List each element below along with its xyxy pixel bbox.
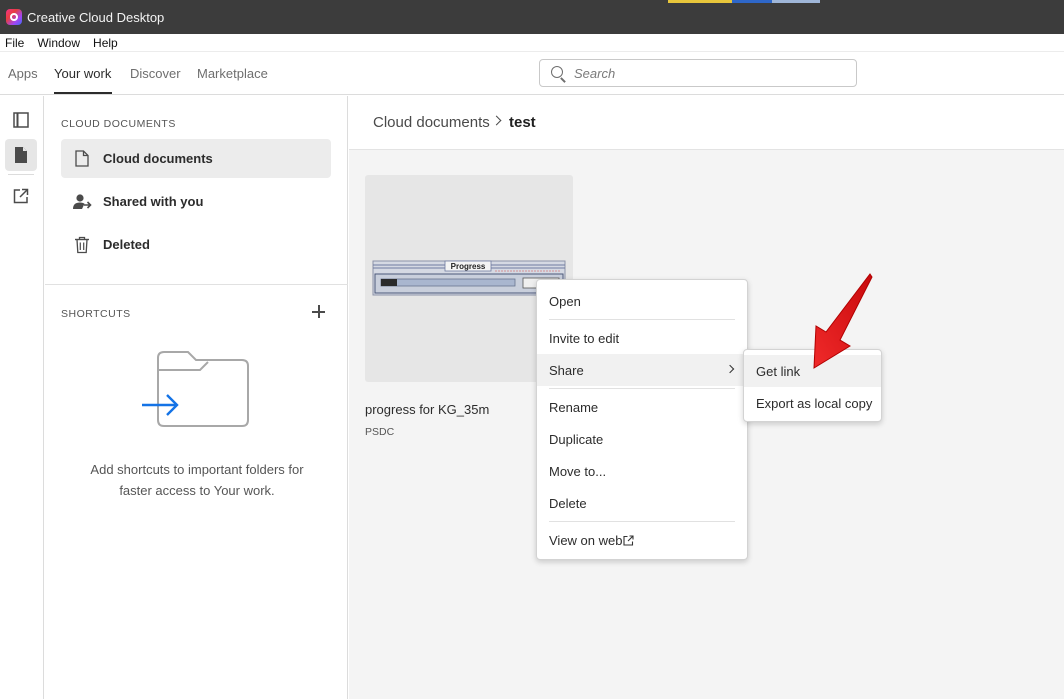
thumbnail-caption: Progress <box>451 262 486 271</box>
menu-item-open[interactable]: Open <box>537 285 747 317</box>
search-input[interactable] <box>574 64 844 82</box>
sidebar-item-label: Shared with you <box>103 194 204 209</box>
chevron-right-icon <box>725 364 735 374</box>
external-link-icon <box>13 188 29 204</box>
top-navigation: Apps Your work Discover Marketplace <box>0 53 1064 95</box>
side-panel: CLOUD DOCUMENTS Cloud documents Shared w… <box>45 96 348 699</box>
search-box[interactable] <box>539 59 857 87</box>
menu-divider <box>549 521 735 522</box>
menu-item-rename[interactable]: Rename <box>537 391 747 423</box>
annotation-arrow-icon <box>813 273 873 369</box>
tab-apps[interactable]: Apps <box>8 66 38 81</box>
menu-item-view-on-web[interactable]: View on web <box>537 524 747 556</box>
left-rail <box>0 96 44 699</box>
sidebar-divider <box>45 284 348 285</box>
sidebar-item-label: Cloud documents <box>103 151 213 166</box>
title-bar: Creative Cloud Desktop <box>0 0 1064 34</box>
trash-icon <box>75 236 89 253</box>
menu-item-invite-to-edit[interactable]: Invite to edit <box>537 322 747 354</box>
rail-external-link-button[interactable] <box>5 180 37 212</box>
folder-shortcut-illustration-icon <box>142 351 249 427</box>
shortcuts-section-label: SHORTCUTS <box>61 308 131 320</box>
background-window-strip <box>732 0 772 3</box>
rail-panel-button[interactable] <box>5 104 37 136</box>
menu-item-label: Share <box>549 362 584 378</box>
menu-item-export-local-copy[interactable]: Export as local copy <box>744 387 881 419</box>
breadcrumb-current: test <box>509 114 536 131</box>
shared-users-icon <box>73 193 92 209</box>
sidebar-item-cloud-documents[interactable]: Cloud documents <box>61 139 331 178</box>
menu-item-label: View on web <box>549 532 623 548</box>
breadcrumb-parent-link[interactable]: Cloud documents <box>373 114 490 131</box>
background-window-strip <box>772 0 820 3</box>
file-name[interactable]: progress for KG_35m <box>365 402 489 417</box>
menu-help[interactable]: Help <box>93 36 118 50</box>
sidebar-item-label: Deleted <box>103 237 150 252</box>
panel-icon <box>13 112 29 128</box>
menu-divider <box>549 388 735 389</box>
chevron-right-icon <box>491 115 502 126</box>
search-icon <box>551 66 563 78</box>
menu-item-duplicate[interactable]: Duplicate <box>537 423 747 455</box>
sidebar-item-shared-with-you[interactable]: Shared with you <box>61 182 331 221</box>
tab-discover[interactable]: Discover <box>130 66 181 81</box>
file-type-label: PSDC <box>365 426 395 438</box>
document-icon <box>75 150 89 167</box>
menu-item-move-to[interactable]: Move to... <box>537 455 747 487</box>
menu-window[interactable]: Window <box>37 36 80 50</box>
background-window-strip <box>668 0 732 3</box>
creative-cloud-logo-icon <box>6 9 22 25</box>
window-title: Creative Cloud Desktop <box>27 9 165 25</box>
rail-divider <box>8 174 34 175</box>
external-link-icon <box>623 534 635 546</box>
tab-marketplace[interactable]: Marketplace <box>197 66 268 81</box>
document-icon <box>15 147 27 163</box>
menu-file[interactable]: File <box>5 36 24 50</box>
menu-divider <box>549 319 735 320</box>
add-shortcut-plus-icon[interactable] <box>311 304 327 320</box>
sidebar-item-deleted[interactable]: Deleted <box>61 225 331 264</box>
breadcrumb: Cloud documents test <box>349 96 1064 150</box>
active-tab-indicator <box>54 92 112 94</box>
menu-bar: File Window Help <box>0 34 1064 52</box>
shortcuts-empty-message: Add shortcuts to important folders for f… <box>90 462 304 498</box>
cloud-documents-section-label: CLOUD DOCUMENTS <box>61 118 176 130</box>
menu-item-delete[interactable]: Delete <box>537 487 747 519</box>
tab-your-work[interactable]: Your work <box>54 66 111 81</box>
rail-documents-button[interactable] <box>5 139 37 171</box>
menu-item-share[interactable]: Share <box>537 354 747 386</box>
file-context-menu: Open Invite to edit Share Rename Duplica… <box>536 279 748 560</box>
